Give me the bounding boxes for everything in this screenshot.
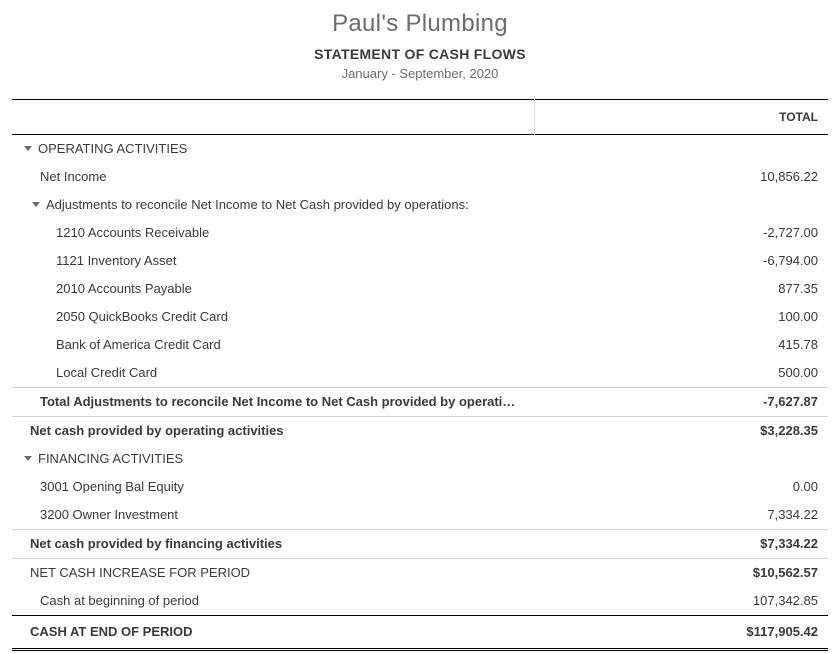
- row-value: 877.35: [534, 275, 828, 303]
- row-label: 2050 QuickBooks Credit Card: [12, 303, 534, 331]
- beginning-label: Cash at beginning of period: [12, 587, 534, 616]
- row-value: 500.00: [534, 359, 828, 388]
- financing-header: FINANCING ACTIVITIES: [38, 451, 183, 466]
- row-value: 0.00: [534, 473, 828, 501]
- operating-header: OPERATING ACTIVITIES: [38, 141, 187, 156]
- column-spacer: [12, 100, 534, 135]
- net-increase-label: NET CASH INCREASE FOR PERIOD: [12, 559, 534, 588]
- beginning-cash-row: Cash at beginning of period 107,342.85: [12, 587, 828, 616]
- row-value: -6,794.00: [534, 247, 828, 275]
- financing-header-row[interactable]: FINANCING ACTIVITIES: [12, 445, 828, 473]
- report-title: STATEMENT OF CASH FLOWS: [12, 46, 828, 62]
- adjustments-total-row: Total Adjustments to reconcile Net Incom…: [12, 388, 828, 417]
- beginning-value: 107,342.85: [534, 587, 828, 616]
- table-row: 2010 Accounts Payable 877.35: [12, 275, 828, 303]
- operating-net-cash-value: $3,228.35: [534, 417, 828, 446]
- report-header: Paul's Plumbing STATEMENT OF CASH FLOWS …: [12, 10, 828, 81]
- net-increase-value: $10,562.57: [534, 559, 828, 588]
- row-label: 3001 Opening Bal Equity: [12, 473, 534, 501]
- caret-down-icon: [32, 202, 40, 207]
- row-value: 7,334.22: [534, 501, 828, 530]
- table-row: 3001 Opening Bal Equity 0.00: [12, 473, 828, 501]
- adjustments-header-row[interactable]: Adjustments to reconcile Net Income to N…: [12, 191, 828, 219]
- row-label: 1210 Accounts Receivable: [12, 219, 534, 247]
- row-label: Local Credit Card: [12, 359, 534, 388]
- net-income-row: Net Income 10,856.22: [12, 163, 828, 191]
- row-value: 100.00: [534, 303, 828, 331]
- row-value: 415.78: [534, 331, 828, 359]
- adjustments-total-label: Total Adjustments to reconcile Net Incom…: [12, 388, 534, 417]
- caret-down-icon: [24, 456, 32, 461]
- table-row: Local Credit Card 500.00: [12, 359, 828, 388]
- table-row: 2050 QuickBooks Credit Card 100.00: [12, 303, 828, 331]
- cash-flow-table: TOTAL OPERATING ACTIVITIES Net Income 10…: [12, 99, 828, 651]
- adjustments-header: Adjustments to reconcile Net Income to N…: [46, 197, 469, 212]
- net-income-value: 10,856.22: [534, 163, 828, 191]
- financing-net-cash-value: $7,334.22: [534, 530, 828, 559]
- ending-value: $117,905.42: [534, 616, 828, 650]
- row-label: 1121 Inventory Asset: [12, 247, 534, 275]
- table-row: Bank of America Credit Card 415.78: [12, 331, 828, 359]
- table-row: 1121 Inventory Asset -6,794.00: [12, 247, 828, 275]
- financing-net-cash-row: Net cash provided by financing activitie…: [12, 530, 828, 559]
- row-label: Bank of America Credit Card: [12, 331, 534, 359]
- row-value: -2,727.00: [534, 219, 828, 247]
- adjustments-total-value: -7,627.87: [534, 388, 828, 417]
- report-period: January - September, 2020: [12, 66, 828, 81]
- ending-cash-row: CASH AT END OF PERIOD $117,905.42: [12, 616, 828, 650]
- operating-net-cash-label: Net cash provided by operating activitie…: [12, 417, 534, 446]
- row-label: 2010 Accounts Payable: [12, 275, 534, 303]
- table-row: 1210 Accounts Receivable -2,727.00: [12, 219, 828, 247]
- operating-header-row[interactable]: OPERATING ACTIVITIES: [12, 135, 828, 164]
- column-total: TOTAL: [534, 100, 828, 135]
- ending-label: CASH AT END OF PERIOD: [12, 616, 534, 650]
- net-income-label: Net Income: [12, 163, 534, 191]
- caret-down-icon: [24, 146, 32, 151]
- table-row: 3200 Owner Investment 7,334.22: [12, 501, 828, 530]
- net-increase-row: NET CASH INCREASE FOR PERIOD $10,562.57: [12, 559, 828, 588]
- financing-net-cash-label: Net cash provided by financing activitie…: [12, 530, 534, 559]
- operating-net-cash-row: Net cash provided by operating activitie…: [12, 417, 828, 446]
- company-name: Paul's Plumbing: [12, 10, 828, 38]
- row-label: 3200 Owner Investment: [12, 501, 534, 530]
